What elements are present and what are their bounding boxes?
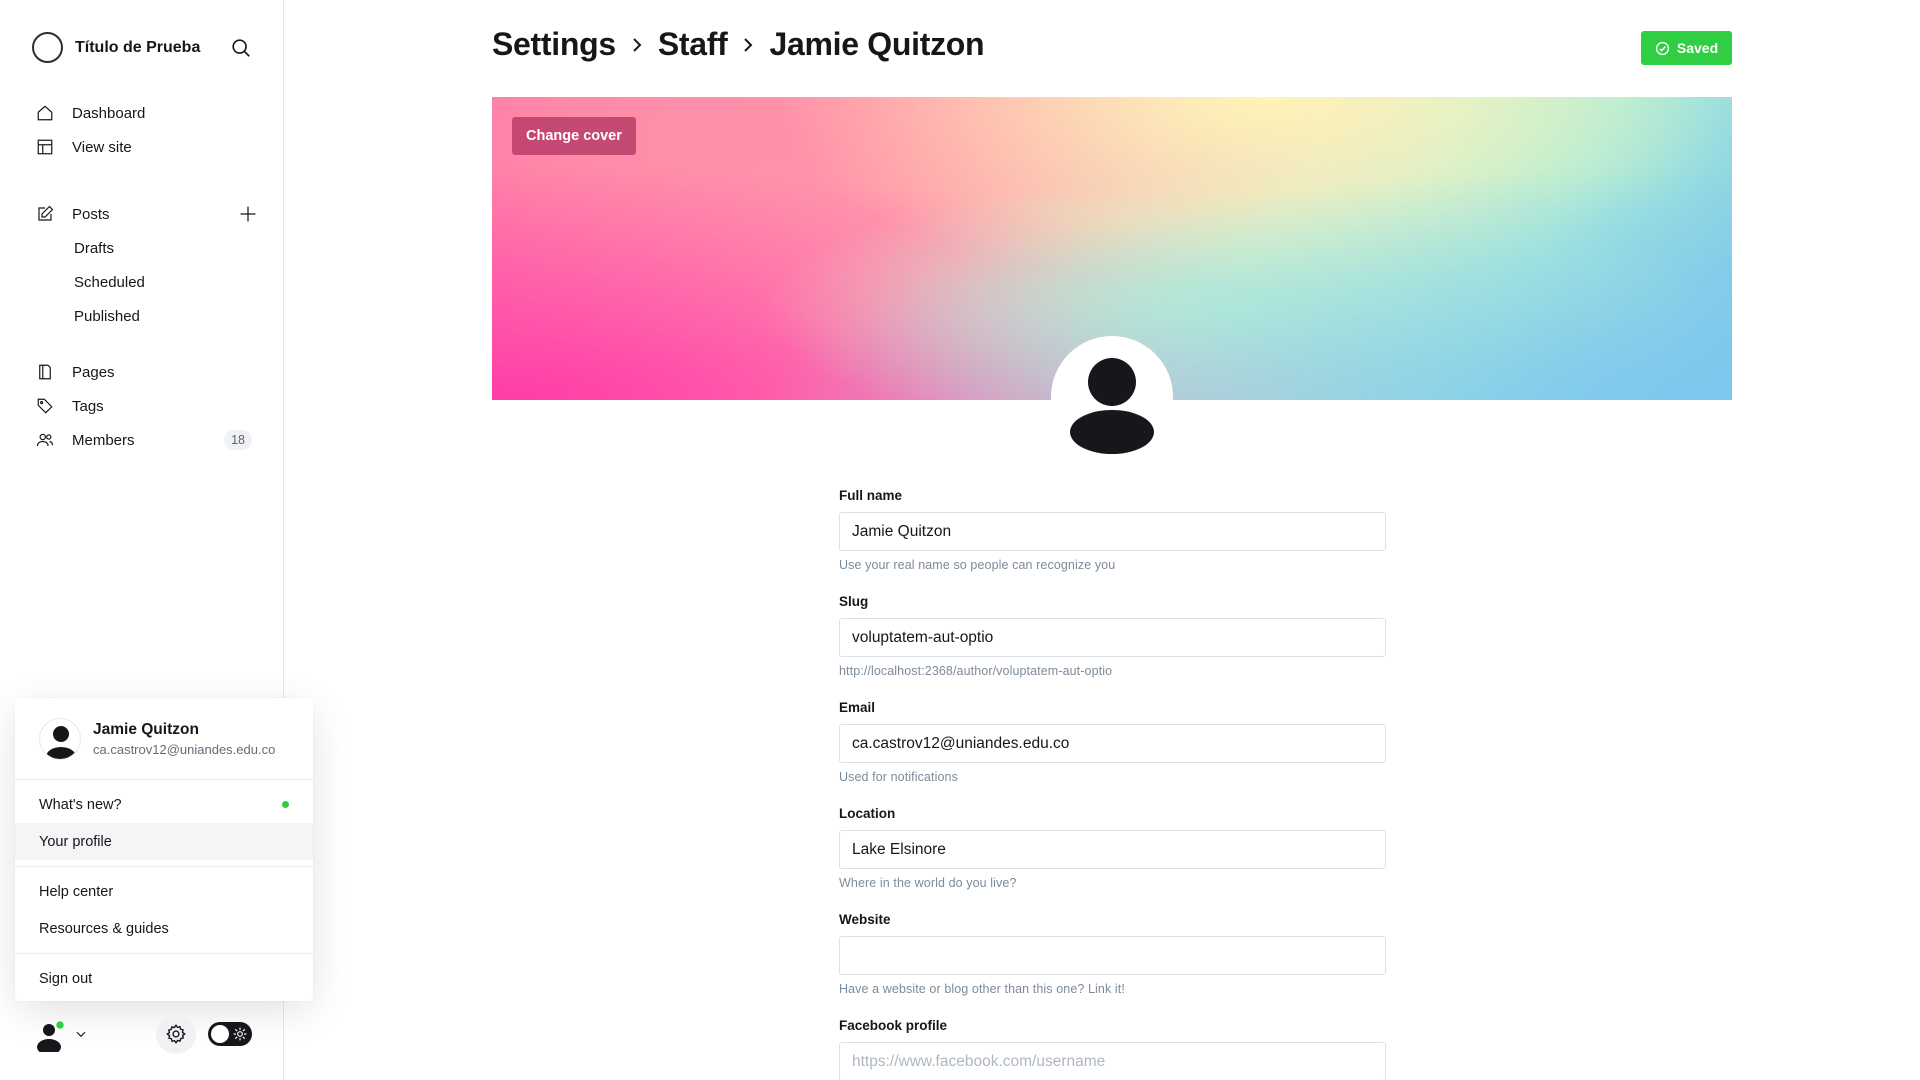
- nav-posts: Posts Drafts Scheduled Published: [36, 197, 256, 333]
- toggle-knob: [211, 1025, 229, 1043]
- user-menu-popover: Jamie Quitzon ca.castrov12@uniandes.edu.…: [15, 698, 313, 1001]
- main-content: Settings Staff Jamie Quitzon Saved Chang…: [285, 0, 1920, 1080]
- nav-dashboard[interactable]: Dashboard: [36, 96, 256, 130]
- save-button-label: Saved: [1676, 40, 1719, 56]
- nav-members-label: Members: [72, 431, 135, 449]
- save-button[interactable]: Saved: [1641, 31, 1732, 65]
- nav-scheduled[interactable]: Scheduled: [36, 265, 256, 299]
- sidebar-footer: [32, 1014, 264, 1054]
- brand[interactable]: Título de Prueba: [32, 32, 200, 63]
- home-icon: [36, 104, 54, 122]
- location-input[interactable]: Lake Elsinore: [839, 830, 1386, 869]
- location-hint: Where in the world do you live?: [839, 876, 1017, 890]
- crumb-current: Jamie Quitzon: [769, 26, 985, 62]
- chevron-right-icon: [633, 37, 642, 52]
- menu-whats-new-label: What's new?: [39, 796, 122, 813]
- user-menu-header: Jamie Quitzon ca.castrov12@uniandes.edu.…: [15, 698, 313, 780]
- user-name: Jamie Quitzon: [93, 720, 199, 738]
- full-name-label: Full name: [839, 488, 903, 503]
- nav-posts-item[interactable]: Posts: [36, 197, 256, 231]
- nav-secondary: Pages Tags Members 18: [36, 355, 256, 457]
- full-name-input[interactable]: Jamie Quitzon: [839, 512, 1386, 551]
- nav-pages-label: Pages: [72, 363, 115, 381]
- add-post-icon[interactable]: [238, 204, 258, 224]
- change-cover-button[interactable]: Change cover: [512, 117, 636, 155]
- nav-view-site-label: View site: [72, 138, 132, 156]
- nav-primary: Dashboard View site: [36, 96, 256, 164]
- field-location: Location Lake Elsinore Where in the worl…: [839, 806, 1386, 890]
- menu-your-profile[interactable]: Your profile: [15, 823, 313, 860]
- profile-avatar-icon: [1070, 358, 1154, 454]
- site-title: Título de Prueba: [75, 38, 201, 56]
- profile-form: Full name Jamie Quitzon Use your real na…: [839, 488, 1386, 1080]
- theme-toggle[interactable]: [208, 1022, 252, 1046]
- search-icon[interactable]: [230, 37, 252, 59]
- website-input[interactable]: [839, 936, 1386, 975]
- field-full-name: Full name Jamie Quitzon Use your real na…: [839, 488, 1386, 572]
- menu-resources[interactable]: Resources & guides: [15, 910, 313, 947]
- facebook-input[interactable]: https://www.facebook.com/username: [839, 1042, 1386, 1080]
- chevron-right-icon: [744, 37, 753, 52]
- website-label: Website: [839, 912, 891, 927]
- avatar: [39, 717, 81, 760]
- breadcrumb: Settings Staff Jamie Quitzon: [492, 26, 985, 63]
- slug-input[interactable]: voluptatem-aut-optio: [839, 618, 1386, 657]
- field-facebook: Facebook profile https://www.facebook.co…: [839, 1018, 1386, 1080]
- menu-whats-new[interactable]: What's new?: [15, 786, 313, 823]
- location-label: Location: [839, 806, 896, 821]
- check-circle-icon: [1655, 41, 1669, 55]
- nav-dashboard-label: Dashboard: [72, 104, 146, 122]
- facebook-label: Facebook profile: [839, 1018, 948, 1033]
- nav-tags[interactable]: Tags: [36, 389, 256, 423]
- menu-sign-out[interactable]: Sign out: [15, 960, 313, 997]
- nav-published[interactable]: Published: [36, 299, 256, 333]
- nav-view-site[interactable]: View site: [36, 130, 256, 164]
- nav-members[interactable]: Members 18: [36, 423, 256, 457]
- nav-drafts[interactable]: Drafts: [36, 231, 256, 265]
- full-name-hint: Use your real name so people can recogni…: [839, 558, 1116, 572]
- pages-icon: [36, 363, 54, 381]
- layout-icon: [36, 138, 54, 156]
- slug-label: Slug: [839, 594, 869, 609]
- slug-hint: http://localhost:2368/author/voluptatem-…: [839, 664, 1113, 678]
- user-email: ca.castrov12@uniandes.edu.co: [93, 741, 276, 757]
- members-count-badge: 18: [224, 430, 252, 450]
- menu-help-center[interactable]: Help center: [15, 873, 313, 910]
- nav-pages[interactable]: Pages: [36, 355, 256, 389]
- email-label: Email: [839, 700, 876, 715]
- email-input[interactable]: ca.castrov12@uniandes.edu.co: [839, 724, 1386, 763]
- gear-icon: [166, 1024, 186, 1044]
- edit-icon: [36, 205, 54, 223]
- website-hint: Have a website or blog other than this o…: [839, 982, 1125, 996]
- nav-posts-label: Posts: [72, 205, 110, 223]
- site-logo-icon: [32, 32, 63, 63]
- settings-button[interactable]: [156, 1014, 196, 1054]
- crumb-staff[interactable]: Staff: [658, 26, 728, 63]
- sidebar: Título de Prueba Dashboard View site Pos…: [0, 0, 313, 1080]
- menu-divider: [15, 953, 313, 954]
- chevron-down-icon: [76, 1031, 86, 1038]
- profile-picture[interactable]: [1051, 336, 1173, 458]
- tag-icon: [36, 397, 54, 415]
- field-email: Email ca.castrov12@uniandes.edu.co Used …: [839, 700, 1386, 784]
- user-menu-button[interactable]: [32, 1014, 92, 1054]
- user-avatar-icon: [37, 1019, 66, 1052]
- menu-divider: [15, 866, 313, 867]
- email-hint: Used for notifications: [839, 770, 958, 784]
- sun-icon: [233, 1027, 247, 1041]
- nav-tags-label: Tags: [72, 397, 104, 415]
- facebook-placeholder: https://www.facebook.com/username: [852, 1052, 1106, 1070]
- crumb-settings[interactable]: Settings: [492, 26, 616, 63]
- field-website: Website Have a website or blog other tha…: [839, 912, 1386, 996]
- members-icon: [36, 431, 54, 449]
- field-slug: Slug voluptatem-aut-optio http://localho…: [839, 594, 1386, 678]
